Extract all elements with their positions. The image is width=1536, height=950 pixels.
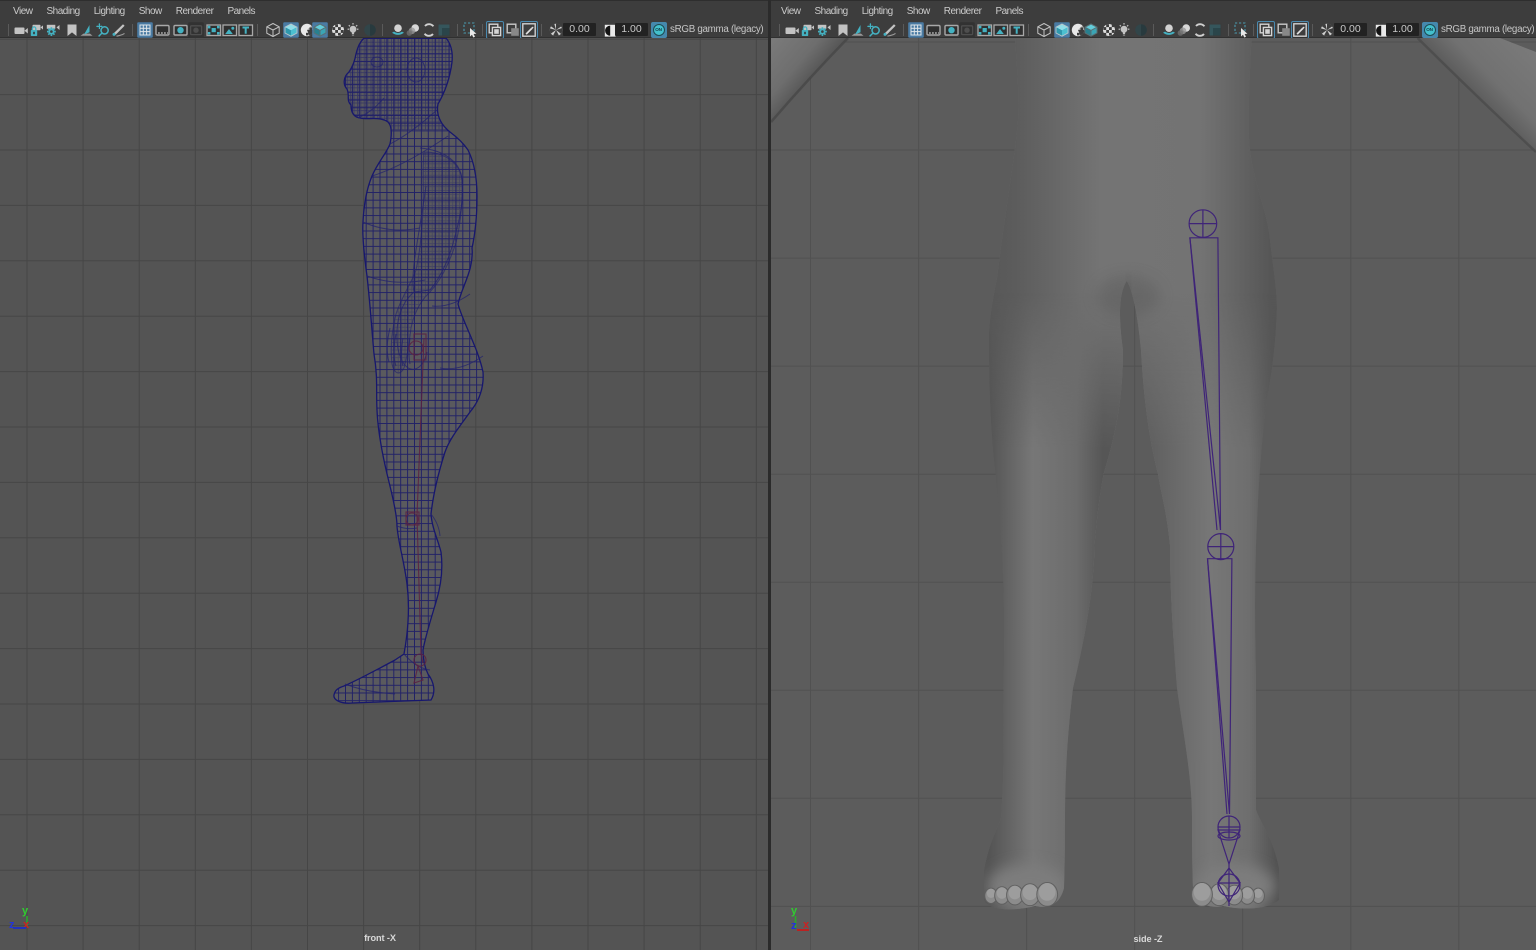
- svg-text:y: y: [22, 905, 29, 917]
- svg-text:y: y: [791, 905, 798, 917]
- svg-text:front -X: front -X: [364, 933, 397, 943]
- svg-text:z: z: [791, 920, 797, 932]
- svg-text:z: z: [9, 919, 15, 931]
- svg-text:side -Z: side -Z: [1134, 934, 1163, 944]
- svg-text:x: x: [23, 919, 30, 931]
